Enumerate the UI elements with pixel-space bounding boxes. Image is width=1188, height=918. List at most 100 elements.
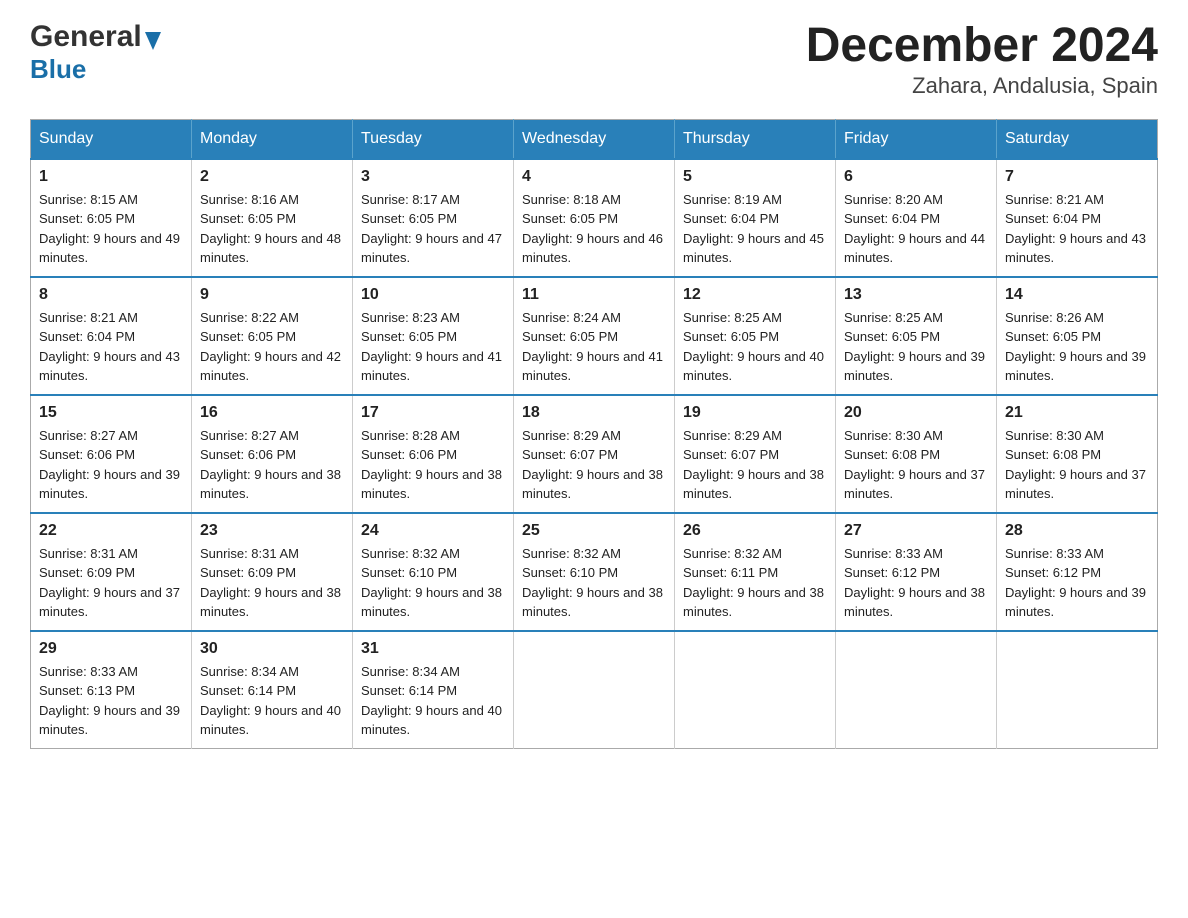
calendar-day-cell: 22Sunrise: 8:31 AMSunset: 6:09 PMDayligh… (31, 513, 192, 631)
day-info: Sunrise: 8:33 AMSunset: 6:12 PMDaylight:… (844, 544, 988, 622)
day-info: Sunrise: 8:15 AMSunset: 6:05 PMDaylight:… (39, 190, 183, 268)
day-number: 19 (683, 404, 827, 422)
day-number: 24 (361, 522, 505, 540)
calendar-day-cell: 24 Sunrise: 8:32 AMSunset: 6:10 PMDayligh… (353, 513, 514, 631)
calendar-week-row: 22 Sunrise: 8:31 AMSunset: 6:09 PMDayligh… (31, 513, 1158, 631)
day-number: 4 (522, 168, 666, 186)
day-number: 21 (1005, 404, 1149, 422)
calendar-day-cell: 6 Sunrise: 8:20 AMSunset: 6:04 PMDaylight… (836, 159, 997, 277)
calendar-day-cell: 30 Sunrise: 8:34 AMSunset: 6:14 PMDayligh… (192, 631, 353, 749)
weekday-header-saturday: Saturday (997, 119, 1158, 159)
title-block: December 2024 Zahara, Andalusia, Spain (806, 20, 1158, 99)
day-info: Sunrise: 8:34 AMSunset: 6:14 PMDaylight:… (361, 662, 505, 740)
calendar-day-cell: 26 Sunrise: 8:32 AMSunset: 6:11 PMDayligh… (675, 513, 836, 631)
day-info: Sunrise: 8:27 AMSunset: 6:06 PMDaylight:… (39, 426, 183, 504)
day-number: 29 (39, 640, 183, 658)
day-info: Sunrise: 8:29 AMSunset: 6:07 PMDaylight:… (522, 426, 666, 504)
weekday-header-thursday: Thursday (675, 119, 836, 159)
day-info: Sunrise: 8:28 AMSunset: 6:06 PMDaylight:… (361, 426, 505, 504)
calendar-day-cell: 9Sunrise: 8:22 AMSunset: 6:05 PMDaylight… (192, 277, 353, 395)
calendar-week-row: 29 Sunrise: 8:33 AMSunset: 6:13 PMDayligh… (31, 631, 1158, 749)
day-info: Sunrise: 8:23 AMSunset: 6:05 PMDaylight:… (361, 308, 505, 386)
day-info: Sunrise: 8:30 AMSunset: 6:08 PMDaylight:… (1005, 426, 1149, 504)
calendar-day-cell: 20 Sunrise: 8:30 AMSunset: 6:08 PMDayligh… (836, 395, 997, 513)
day-number: 8 (39, 286, 183, 304)
day-info: Sunrise: 8:32 AMSunset: 6:10 PMDaylight:… (361, 544, 505, 622)
day-info: Sunrise: 8:25 AMSunset: 6:05 PMDaylight:… (844, 308, 988, 386)
day-number: 16 (200, 404, 344, 422)
day-number: 2 (200, 168, 344, 186)
calendar-table: SundayMondayTuesdayWednesdayThursdayFrid… (30, 119, 1158, 749)
day-number: 20 (844, 404, 988, 422)
day-number: 25 (522, 522, 666, 540)
calendar-title: December 2024 (806, 20, 1158, 73)
calendar-day-cell: 21 Sunrise: 8:30 AMSunset: 6:08 PMDayligh… (997, 395, 1158, 513)
day-info: Sunrise: 8:34 AMSunset: 6:14 PMDaylight:… (200, 662, 344, 740)
day-number: 12 (683, 286, 827, 304)
day-number: 30 (200, 640, 344, 658)
day-info: Sunrise: 8:18 AMSunset: 6:05 PMDaylight:… (522, 190, 666, 268)
calendar-day-cell: 10 Sunrise: 8:23 AMSunset: 6:05 PMDayligh… (353, 277, 514, 395)
day-number: 27 (844, 522, 988, 540)
calendar-day-cell: 28Sunrise: 8:33 AMSunset: 6:12 PMDayligh… (997, 513, 1158, 631)
logo: General Blue (30, 20, 161, 85)
calendar-day-cell (836, 631, 997, 749)
day-info: Sunrise: 8:27 AMSunset: 6:06 PMDaylight:… (200, 426, 344, 504)
calendar-day-cell: 1Sunrise: 8:15 AMSunset: 6:05 PMDaylight… (31, 159, 192, 277)
day-number: 15 (39, 404, 183, 422)
logo-general-text: General (30, 20, 142, 54)
calendar-day-cell: 12 Sunrise: 8:25 AMSunset: 6:05 PMDayligh… (675, 277, 836, 395)
calendar-day-cell: 17Sunrise: 8:28 AMSunset: 6:06 PMDayligh… (353, 395, 514, 513)
day-number: 26 (683, 522, 827, 540)
day-info: Sunrise: 8:20 AMSunset: 6:04 PMDaylight:… (844, 190, 988, 268)
day-number: 14 (1005, 286, 1149, 304)
day-info: Sunrise: 8:32 AMSunset: 6:10 PMDaylight:… (522, 544, 666, 622)
day-number: 11 (522, 286, 666, 304)
calendar-day-cell: 13 Sunrise: 8:25 AMSunset: 6:05 PMDayligh… (836, 277, 997, 395)
calendar-day-cell: 16 Sunrise: 8:27 AMSunset: 6:06 PMDayligh… (192, 395, 353, 513)
calendar-day-cell: 23 Sunrise: 8:31 AMSunset: 6:09 PMDayligh… (192, 513, 353, 631)
day-number: 13 (844, 286, 988, 304)
day-info: Sunrise: 8:32 AMSunset: 6:11 PMDaylight:… (683, 544, 827, 622)
weekday-header-wednesday: Wednesday (514, 119, 675, 159)
calendar-day-cell: 4 Sunrise: 8:18 AMSunset: 6:05 PMDaylight… (514, 159, 675, 277)
calendar-day-cell (675, 631, 836, 749)
day-info: Sunrise: 8:30 AMSunset: 6:08 PMDaylight:… (844, 426, 988, 504)
calendar-week-row: 1Sunrise: 8:15 AMSunset: 6:05 PMDaylight… (31, 159, 1158, 277)
day-info: Sunrise: 8:33 AMSunset: 6:13 PMDaylight:… (39, 662, 183, 740)
day-number: 3 (361, 168, 505, 186)
calendar-day-cell: 27 Sunrise: 8:33 AMSunset: 6:12 PMDayligh… (836, 513, 997, 631)
day-info: Sunrise: 8:29 AMSunset: 6:07 PMDaylight:… (683, 426, 827, 504)
calendar-day-cell (514, 631, 675, 749)
day-info: Sunrise: 8:22 AMSunset: 6:05 PMDaylight:… (200, 308, 344, 386)
logo-arrow-icon (145, 32, 161, 50)
calendar-day-cell: 14 Sunrise: 8:26 AMSunset: 6:05 PMDayligh… (997, 277, 1158, 395)
weekday-header-sunday: Sunday (31, 119, 192, 159)
calendar-day-cell: 18Sunrise: 8:29 AMSunset: 6:07 PMDayligh… (514, 395, 675, 513)
day-info: Sunrise: 8:19 AMSunset: 6:04 PMDaylight:… (683, 190, 827, 268)
day-number: 22 (39, 522, 183, 540)
day-number: 31 (361, 640, 505, 658)
calendar-week-row: 15 Sunrise: 8:27 AMSunset: 6:06 PMDayligh… (31, 395, 1158, 513)
weekday-header-friday: Friday (836, 119, 997, 159)
day-info: Sunrise: 8:26 AMSunset: 6:05 PMDaylight:… (1005, 308, 1149, 386)
calendar-day-cell: 3Sunrise: 8:17 AMSunset: 6:05 PMDaylight… (353, 159, 514, 277)
calendar-day-cell: 29 Sunrise: 8:33 AMSunset: 6:13 PMDayligh… (31, 631, 192, 749)
day-number: 6 (844, 168, 988, 186)
weekday-header-monday: Monday (192, 119, 353, 159)
calendar-day-cell (997, 631, 1158, 749)
calendar-day-cell: 15 Sunrise: 8:27 AMSunset: 6:06 PMDayligh… (31, 395, 192, 513)
calendar-subtitle: Zahara, Andalusia, Spain (806, 73, 1158, 99)
day-number: 10 (361, 286, 505, 304)
day-info: Sunrise: 8:33 AMSunset: 6:12 PMDaylight:… (1005, 544, 1149, 622)
day-info: Sunrise: 8:25 AMSunset: 6:05 PMDaylight:… (683, 308, 827, 386)
calendar-day-cell: 25 Sunrise: 8:32 AMSunset: 6:10 PMDayligh… (514, 513, 675, 631)
day-number: 23 (200, 522, 344, 540)
day-info: Sunrise: 8:16 AMSunset: 6:05 PMDaylight:… (200, 190, 344, 268)
calendar-day-cell: 2 Sunrise: 8:16 AMSunset: 6:05 PMDaylight… (192, 159, 353, 277)
day-info: Sunrise: 8:31 AMSunset: 6:09 PMDaylight:… (200, 544, 344, 622)
calendar-day-cell: 11 Sunrise: 8:24 AMSunset: 6:05 PMDayligh… (514, 277, 675, 395)
calendar-day-cell: 19 Sunrise: 8:29 AMSunset: 6:07 PMDayligh… (675, 395, 836, 513)
day-info: Sunrise: 8:24 AMSunset: 6:05 PMDaylight:… (522, 308, 666, 386)
logo-blue-text: Blue (30, 54, 86, 84)
